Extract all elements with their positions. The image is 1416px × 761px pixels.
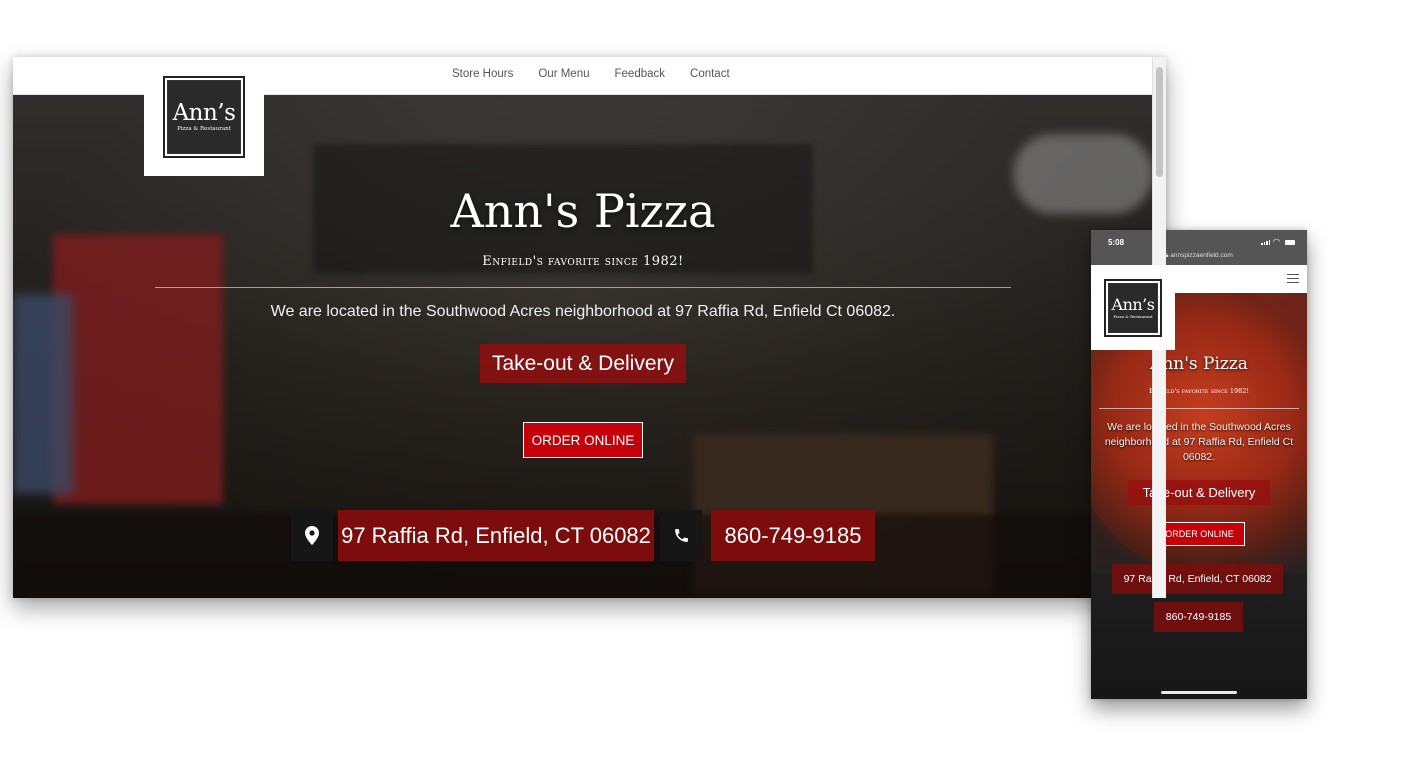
hero-divider bbox=[155, 287, 1011, 288]
mobile-logo-mark: Ann’s Pizza & Restaurant bbox=[1104, 278, 1162, 337]
nav-link-store-hours[interactable]: Store Hours bbox=[452, 68, 513, 80]
hero-tagline: Enfield's favorite since 1982! bbox=[482, 254, 684, 269]
status-time: 5:08 bbox=[1108, 238, 1125, 247]
mobile-hero-title: Ann's Pizza bbox=[1150, 354, 1248, 374]
mobile-phone-link[interactable]: 860-749-9185 bbox=[1154, 602, 1243, 632]
address-link[interactable]: 97 Raffia Rd, Enfield, CT 06082 bbox=[338, 510, 654, 561]
mobile-url-bar[interactable]: 🔒︎ annspizzaenfield.com bbox=[1091, 252, 1307, 265]
mobile-takeout-delivery-banner: Take-out & Delivery bbox=[1128, 480, 1270, 505]
hero-title: Ann's Pizza bbox=[450, 184, 716, 238]
mobile-address-link[interactable]: 97 Raffia Rd, Enfield, CT 06082 bbox=[1112, 564, 1283, 594]
address-icon-box bbox=[291, 510, 333, 561]
mobile-hero-divider bbox=[1099, 408, 1299, 409]
url-text: annspizzaenfield.com bbox=[1170, 252, 1233, 259]
mobile-phone-frame: 5:08 ◠ 🔒︎ annspizzaenfield.com Ann’s Piz… bbox=[1091, 230, 1307, 699]
wifi-icon: ◠ bbox=[1273, 237, 1280, 246]
mobile-logo-name: Ann’s bbox=[1111, 295, 1155, 314]
order-online-button[interactable]: ORDER ONLINE bbox=[523, 422, 643, 458]
location-text: We are located in the Southwood Acres ne… bbox=[270, 303, 896, 320]
map-pin-icon bbox=[305, 526, 319, 545]
scrollbar-thumb[interactable] bbox=[1156, 67, 1163, 177]
phone-link[interactable]: 860-749-9185 bbox=[711, 510, 875, 561]
battery-icon bbox=[1285, 240, 1295, 245]
mobile-location-text: We are located in the Southwood Acres ne… bbox=[1104, 421, 1294, 463]
mobile-order-online-button[interactable]: ORDER ONLINE bbox=[1154, 522, 1245, 546]
background-cooler bbox=[53, 234, 223, 504]
nav-link-contact[interactable]: Contact bbox=[690, 68, 730, 80]
logo-name: Ann’s bbox=[172, 100, 236, 126]
logo-subtitle: Pizza & Restaurant bbox=[177, 126, 231, 132]
logo-mark: Ann’s Pizza & Restaurant bbox=[163, 75, 245, 158]
hamburger-menu-icon[interactable] bbox=[1287, 274, 1299, 283]
nav-link-feedback[interactable]: Feedback bbox=[615, 68, 666, 80]
mobile-site-logo[interactable]: Ann’s Pizza & Restaurant bbox=[1091, 265, 1175, 350]
nav-links: Store Hours Our Menu Feedback Contact bbox=[452, 68, 730, 80]
phone-status-bar: 5:08 ◠ bbox=[1091, 230, 1307, 252]
mobile-logo-subtitle: Pizza & Restaurant bbox=[1113, 314, 1153, 319]
mobile-hero-tagline: Enfield's favorite since 1982! bbox=[1148, 387, 1250, 395]
phone-icon bbox=[674, 529, 688, 542]
home-indicator[interactable] bbox=[1161, 691, 1237, 694]
site-logo[interactable]: Ann’s Pizza & Restaurant bbox=[144, 57, 264, 176]
takeout-delivery-banner: Take-out & Delivery bbox=[480, 344, 686, 383]
nav-link-our-menu[interactable]: Our Menu bbox=[538, 68, 589, 80]
phone-icon-box bbox=[660, 510, 702, 561]
desktop-browser-window: Store Hours Our Menu Feedback Contact An… bbox=[13, 57, 1166, 598]
signal-icon bbox=[1261, 240, 1270, 245]
background-shelf bbox=[13, 294, 73, 494]
